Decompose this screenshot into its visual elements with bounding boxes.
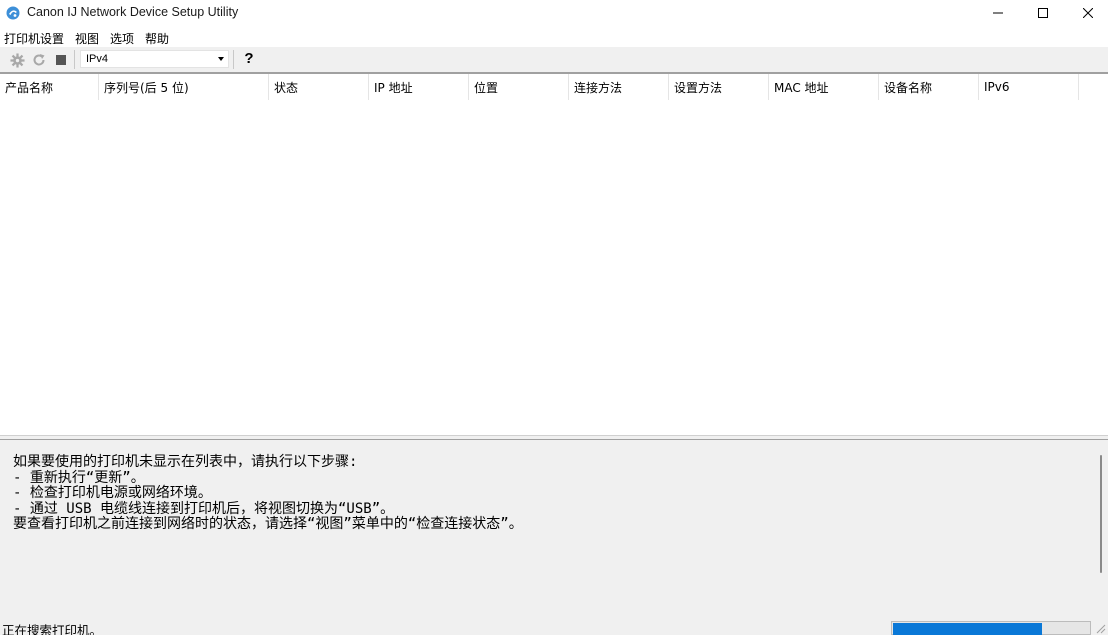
menu-view[interactable]: 视图 (71, 27, 106, 47)
progress-fill (893, 623, 1042, 635)
app-window: Canon IJ Network Device Setup Utility 打印… (0, 0, 1108, 635)
app-icon (6, 6, 20, 20)
close-button[interactable] (1065, 0, 1108, 26)
scrollbar-thumb[interactable] (1100, 455, 1102, 573)
status-bar: 正在搜索打印机。 (0, 617, 1108, 635)
resize-grip-icon[interactable] (1094, 622, 1106, 634)
column-header-device-name[interactable]: 设备名称 (879, 74, 979, 100)
instruction-text: 如果要使用的打印机未显示在列表中，请执行以下步骤: - 重新执行“更新”。 - 检查… (13, 454, 523, 533)
instruction-line: - 通过 USB 电缆线连接到打印机后，将视图切换为“USB”。 (13, 500, 395, 517)
dropdown-arrow-icon (218, 57, 224, 61)
column-header-location[interactable]: 位置 (469, 74, 569, 100)
title-bar[interactable]: Canon IJ Network Device Setup Utility (0, 0, 1108, 27)
maximize-button[interactable] (1020, 0, 1066, 26)
toolbar-separator (74, 50, 75, 69)
menu-help[interactable]: 帮助 (141, 27, 176, 47)
help-icon: ? (244, 50, 254, 67)
instruction-line: 如果要使用的打印机未显示在列表中，请执行以下步骤: (13, 454, 358, 470)
printer-list[interactable]: 产品名称 序列号(后 5 位) 状态 IP 地址 位置 连接方法 设置方法 MA… (0, 72, 1108, 437)
settings-gear-icon (9, 52, 25, 68)
instruction-line: - 检查打印机电源或网络环境。 (13, 485, 212, 501)
column-header-setup-method[interactable]: 设置方法 (669, 74, 769, 100)
menu-options[interactable]: 选项 (106, 27, 141, 47)
instruction-panel: 如果要使用的打印机未显示在列表中，请执行以下步骤: - 重新执行“更新”。 - 检查… (0, 440, 1108, 617)
search-progress-bar (891, 621, 1091, 635)
network-type-select[interactable]: IPv4 (80, 50, 229, 68)
column-header-ip-address[interactable]: IP 地址 (369, 74, 469, 100)
column-header-serial-number[interactable]: 序列号(后 5 位) (99, 74, 269, 100)
stop-icon (56, 55, 66, 65)
help-button[interactable]: ? (240, 49, 258, 69)
status-message: 正在搜索打印机。 (2, 623, 103, 635)
minimize-icon (993, 12, 1003, 14)
toolbar-separator (233, 50, 234, 69)
column-header-ipv6[interactable]: IPv6 (979, 74, 1079, 100)
settings-button[interactable] (9, 52, 25, 68)
column-header-connection-method[interactable]: 连接方法 (569, 74, 669, 100)
close-icon (1083, 8, 1093, 18)
menu-bar: 打印机设置 视图 选项 帮助 (0, 27, 1108, 47)
minimize-button[interactable] (975, 0, 1021, 26)
instruction-line: 要查看打印机之前连接到网络时的状态，请选择“视图”菜单中的“检查连接状态”。 (13, 516, 523, 532)
maximize-icon (1038, 8, 1048, 18)
toolbar: IPv4 ? (0, 47, 1108, 72)
column-header-status[interactable]: 状态 (269, 74, 369, 100)
refresh-button[interactable] (31, 52, 47, 68)
network-type-value: IPv4 (86, 53, 109, 65)
instruction-scrollbar[interactable] (1092, 440, 1108, 617)
instruction-line: - 重新执行“更新”。 (13, 469, 145, 486)
window-title: Canon IJ Network Device Setup Utility (27, 5, 239, 19)
menu-printer-settings[interactable]: 打印机设置 (0, 27, 71, 47)
column-header-mac-address[interactable]: MAC 地址 (769, 74, 879, 100)
column-header-product-name[interactable]: 产品名称 (0, 74, 99, 100)
refresh-icon (33, 54, 45, 66)
stop-button[interactable] (53, 52, 69, 68)
